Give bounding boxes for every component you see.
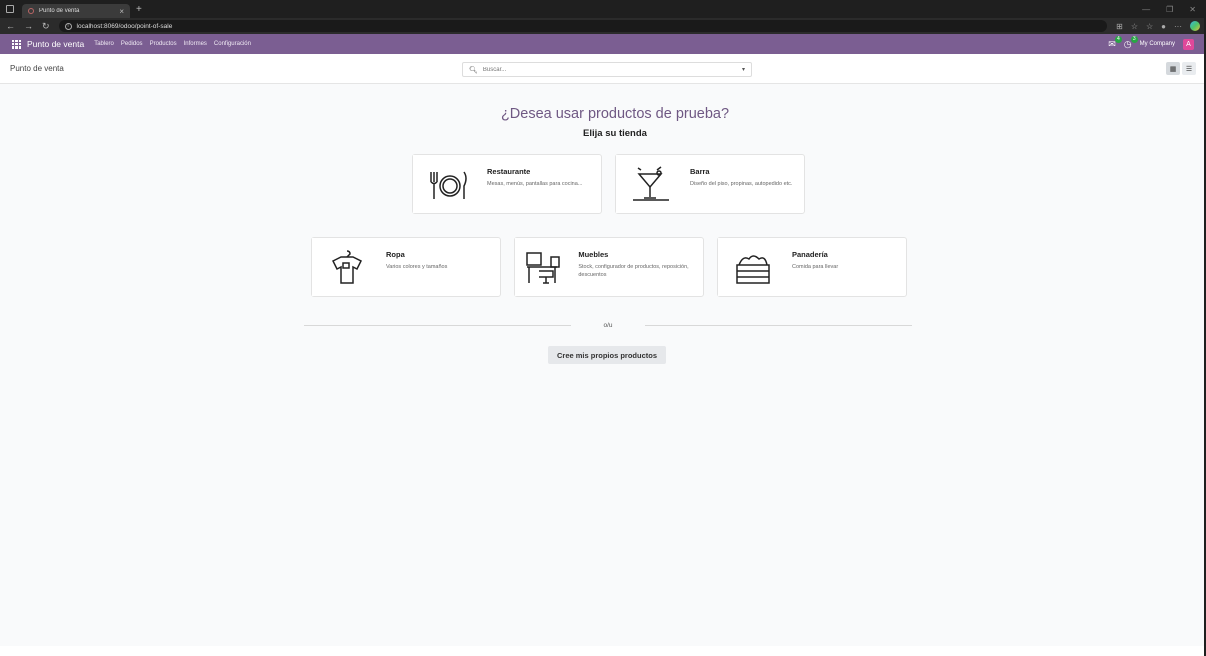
forward-icon[interactable]: → bbox=[24, 21, 33, 31]
card-title: Restaurante bbox=[487, 167, 531, 176]
url-text: localhost:8069/odoo/point-of-sale bbox=[76, 22, 173, 30]
activity-clock-icon[interactable]: ◷ 3 bbox=[1124, 35, 1138, 50]
tab-favicon-icon bbox=[28, 8, 34, 14]
bread-basket-icon bbox=[718, 238, 788, 296]
back-icon[interactable]: ← bbox=[6, 21, 15, 31]
store-card-muebles[interactable]: Muebles Stock, configurador de productos… bbox=[514, 237, 704, 297]
store-card-restaurante[interactable]: Restaurante Mesas, menús, pantallas para… bbox=[412, 154, 602, 214]
company-switcher[interactable]: My Company bbox=[1140, 41, 1175, 47]
search-bar[interactable]: 🔍︎ ▾ bbox=[462, 62, 752, 77]
tab-title: Punto de venta bbox=[39, 8, 80, 14]
minimize-icon[interactable]: — bbox=[1142, 5, 1150, 14]
control-panel: Punto de venta 🔍︎ ▾ ▦ ☰ bbox=[0, 54, 1206, 84]
breadcrumb: Punto de venta bbox=[10, 64, 64, 73]
card-title: Muebles bbox=[578, 250, 609, 259]
menu-productos[interactable]: Productos bbox=[150, 41, 177, 47]
profile-icon[interactable]: ● bbox=[1161, 22, 1166, 31]
card-title: Barra bbox=[690, 167, 710, 176]
tab-close-icon[interactable]: × bbox=[119, 7, 124, 16]
card-title: Panadería bbox=[792, 250, 828, 259]
main-content: ¿Desea usar productos de prueba? Elija s… bbox=[0, 84, 1206, 646]
browser-address-bar: ← → ↻ i localhost:8069/odoo/point-of-sal… bbox=[0, 18, 1206, 34]
favorites-icon[interactable]: ☆ bbox=[1146, 22, 1153, 31]
store-card-panaderia[interactable]: Panadería Comida para llevar bbox=[717, 237, 907, 297]
furniture-desk-icon bbox=[515, 238, 575, 296]
list-view-icon[interactable]: ☰ bbox=[1182, 62, 1196, 75]
menu-configuracion[interactable]: Configuración bbox=[214, 41, 251, 47]
search-input[interactable] bbox=[482, 66, 737, 73]
separator-line bbox=[304, 325, 572, 326]
card-description: Mesas, menús, pantallas para cocina... bbox=[487, 181, 583, 187]
chat-icon[interactable]: ✉ 4 bbox=[1108, 35, 1122, 50]
cocktail-glass-icon bbox=[616, 155, 686, 213]
tshirt-icon bbox=[312, 238, 382, 296]
or-separator: o/u bbox=[304, 322, 913, 329]
search-icon: 🔍︎ bbox=[469, 66, 478, 74]
reader-view-icon[interactable]: ⊞ bbox=[1116, 22, 1123, 31]
kanban-view-icon[interactable]: ▦ bbox=[1166, 62, 1180, 75]
apps-menu-icon[interactable] bbox=[12, 39, 21, 49]
copilot-icon[interactable] bbox=[1190, 21, 1200, 31]
browser-tab[interactable]: Punto de venta × bbox=[22, 4, 130, 18]
menu-informes[interactable]: Informes bbox=[184, 41, 207, 47]
store-card-ropa[interactable]: Ropa Varios colores y tamaños bbox=[311, 237, 501, 297]
card-description: Varios colores y tamaños bbox=[386, 264, 448, 270]
url-field[interactable]: i localhost:8069/odoo/point-of-sale bbox=[58, 20, 1108, 32]
reload-icon[interactable]: ↻ bbox=[42, 21, 50, 32]
restaurant-plate-icon bbox=[413, 155, 483, 213]
site-info-icon[interactable]: i bbox=[64, 22, 72, 30]
browser-tab-bar: Punto de venta × + — ❐ ✕ bbox=[0, 0, 1206, 18]
window-menu-icon[interactable] bbox=[6, 5, 14, 13]
user-avatar[interactable]: A bbox=[1183, 38, 1194, 50]
menu-pedidos[interactable]: Pedidos bbox=[121, 41, 143, 47]
card-description: Comida para llevar bbox=[792, 264, 839, 270]
favorite-star-icon[interactable]: ☆ bbox=[1131, 22, 1138, 31]
create-own-products-button[interactable]: Cree mis propios productos bbox=[548, 346, 666, 364]
store-card-barra[interactable]: Barra Diseño del piso, propinas, autoped… bbox=[615, 154, 805, 214]
activity-badge: 3 bbox=[1130, 35, 1138, 43]
card-description: Stock, configurador de productos, reposi… bbox=[578, 264, 689, 278]
card-title: Ropa bbox=[386, 250, 405, 259]
new-tab-icon[interactable]: + bbox=[136, 4, 142, 15]
app-brand[interactable]: Punto de venta bbox=[27, 39, 84, 49]
more-options-icon[interactable]: ··· bbox=[1174, 22, 1182, 31]
maximize-icon[interactable]: ❐ bbox=[1166, 5, 1173, 14]
window-controls: — ❐ ✕ bbox=[1142, 5, 1206, 14]
or-text: o/u bbox=[603, 322, 613, 329]
menu-tablero[interactable]: Tablero bbox=[94, 41, 114, 47]
search-options-toggle-icon[interactable]: ▾ bbox=[742, 66, 745, 73]
page-subtitle: Elija su tienda bbox=[583, 128, 647, 139]
card-description: Diseño del piso, propinas, autopedido et… bbox=[690, 181, 793, 187]
odoo-navbar: Punto de venta Tablero Pedidos Productos… bbox=[0, 34, 1206, 54]
close-window-icon[interactable]: ✕ bbox=[1189, 5, 1196, 14]
navbar-right: ✉ 4 ◷ 3 My Company A bbox=[1108, 35, 1194, 50]
view-switcher: ▦ ☰ bbox=[1166, 62, 1196, 75]
chat-badge: 4 bbox=[1115, 35, 1122, 43]
page-title: ¿Desea usar productos de prueba? bbox=[500, 106, 730, 122]
browser-toolbar-right: ⊞ ☆ ☆ ● ··· bbox=[1116, 21, 1200, 31]
separator-line bbox=[644, 325, 913, 326]
